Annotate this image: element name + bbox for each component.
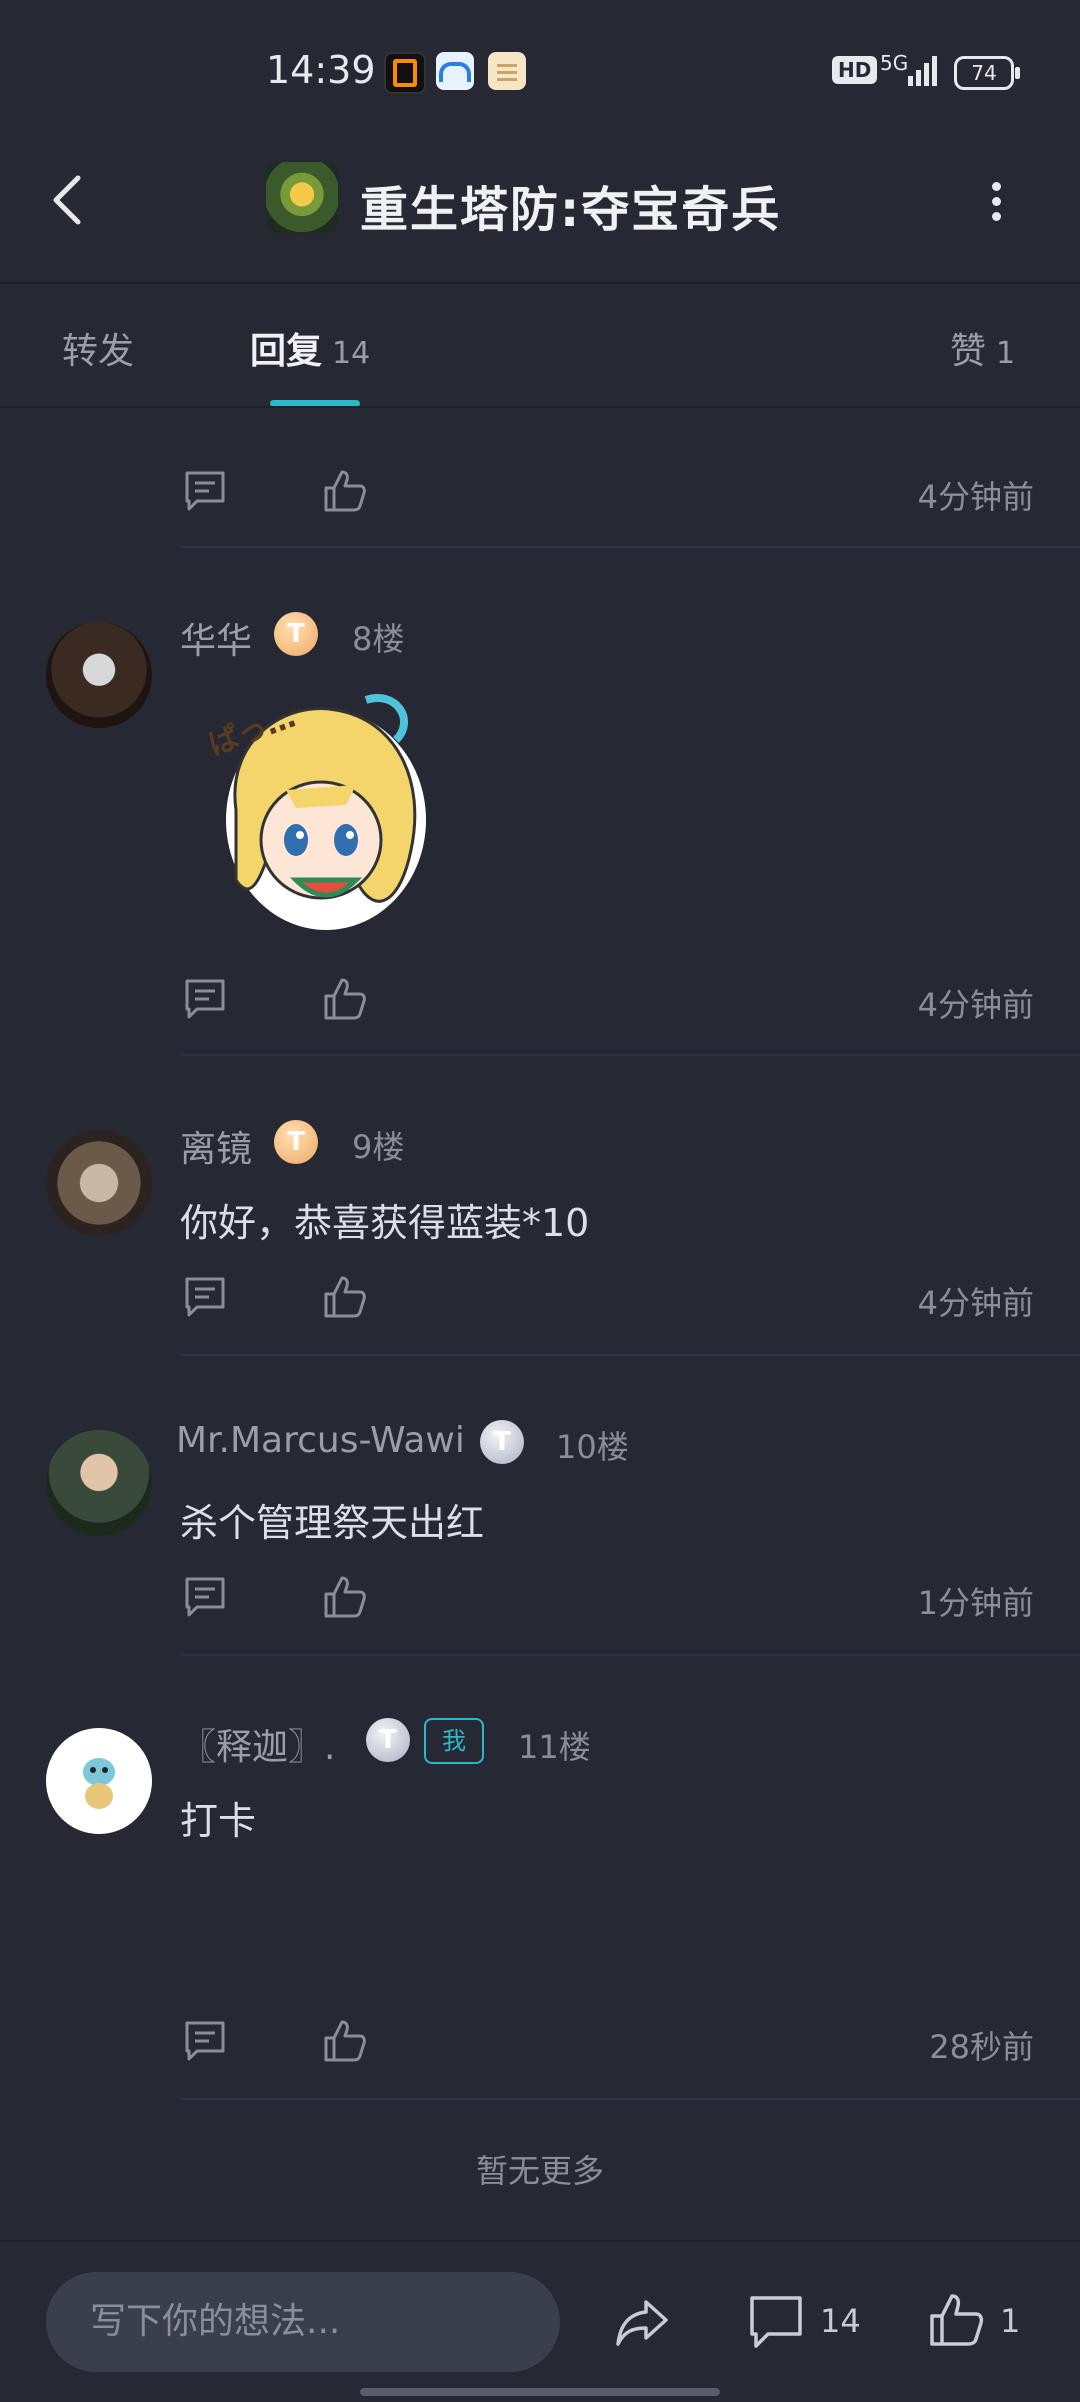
comment-separator (180, 1054, 1080, 1056)
comment-time: 28秒前 (929, 2028, 1034, 2066)
share-icon[interactable] (612, 2292, 672, 2352)
battery-icon: 74 (954, 56, 1020, 90)
like-icon[interactable] (322, 468, 368, 514)
like-icon[interactable] (322, 976, 368, 1022)
comment-time: 4分钟前 (917, 1284, 1034, 1322)
comment-text: 打卡 (180, 1799, 257, 1843)
level-badge-icon: T (274, 1120, 318, 1164)
floor-number: 11楼 (518, 1728, 591, 1766)
like-button-icon[interactable] (926, 2290, 986, 2350)
comment-separator (180, 546, 1080, 548)
comment-time: 4分钟前 (917, 986, 1034, 1024)
reply-icon[interactable] (182, 2018, 228, 2064)
notes-notification-icon (488, 52, 526, 90)
status-time: 14:39 (266, 48, 376, 92)
comment-separator (180, 1654, 1080, 1656)
level-badge-icon: T (480, 1420, 524, 1464)
comment-icon[interactable] (746, 2292, 806, 2352)
floor-number: 10楼 (556, 1428, 629, 1466)
app-notification-icon (384, 52, 426, 94)
like-icon[interactable] (322, 1574, 368, 1620)
tab-forward[interactable]: 转发 (62, 322, 134, 374)
like-count: 1 (1000, 2302, 1021, 2340)
network-type-icon: 5G (880, 51, 909, 75)
hd-icon: HD (832, 56, 878, 84)
anime-sticker-image[interactable]: ぱっ… (196, 680, 446, 936)
comment-time: 1分钟前 (917, 1584, 1034, 1622)
comment-text: 杀个管理祭天出红 (180, 1501, 485, 1545)
comment-time: 4分钟前 (917, 478, 1034, 516)
comment-separator (180, 2098, 1080, 2100)
tab-replies[interactable]: 回复 14 (250, 322, 370, 374)
avatar[interactable] (46, 1728, 152, 1834)
username[interactable]: 离镜 (180, 1120, 252, 1172)
reply-icon[interactable] (182, 468, 228, 514)
username[interactable]: 华华 (180, 612, 252, 664)
more-options-icon[interactable] (986, 176, 1006, 226)
game-icon (266, 162, 338, 234)
me-tag: 我 (424, 1718, 484, 1764)
back-icon[interactable] (44, 170, 94, 230)
comment-input[interactable]: 写下你的想法... (46, 2272, 560, 2372)
like-icon[interactable] (322, 2018, 368, 2064)
page-title: 重生塔防:夺宝奇兵 (360, 182, 782, 238)
level-badge-icon: T (274, 612, 318, 656)
floor-number: 8楼 (352, 620, 405, 658)
reply-icon[interactable] (182, 1274, 228, 1320)
home-indicator[interactable] (360, 2388, 720, 2396)
level-badge-icon: T (366, 1718, 410, 1762)
avatar[interactable] (46, 1130, 152, 1236)
signal-icon (908, 56, 937, 86)
username[interactable]: Mr.Marcus-Wawi (176, 1420, 465, 1461)
squirtle-avatar-icon (83, 1758, 115, 1809)
tabs-divider (0, 406, 1080, 408)
avatar[interactable] (46, 1430, 152, 1536)
no-more-label: 暂无更多 (475, 2152, 604, 2190)
like-icon[interactable] (322, 1274, 368, 1320)
username[interactable]: 〖释迦〗. (180, 1718, 335, 1770)
header-divider (0, 282, 1080, 284)
avatar[interactable] (46, 622, 152, 728)
comment-text: 你好，恭喜获得蓝装*10 (180, 1201, 590, 1245)
reply-icon[interactable] (182, 1574, 228, 1620)
comment-separator (180, 1354, 1080, 1356)
tab-likes[interactable]: 赞1 (950, 322, 1015, 374)
status-bar: 14:39 HD 5G 74 (0, 0, 1080, 140)
reply-icon[interactable] (182, 976, 228, 1022)
comment-count: 14 (820, 2302, 861, 2340)
browser-notification-icon (436, 52, 474, 90)
floor-number: 9楼 (352, 1128, 405, 1166)
